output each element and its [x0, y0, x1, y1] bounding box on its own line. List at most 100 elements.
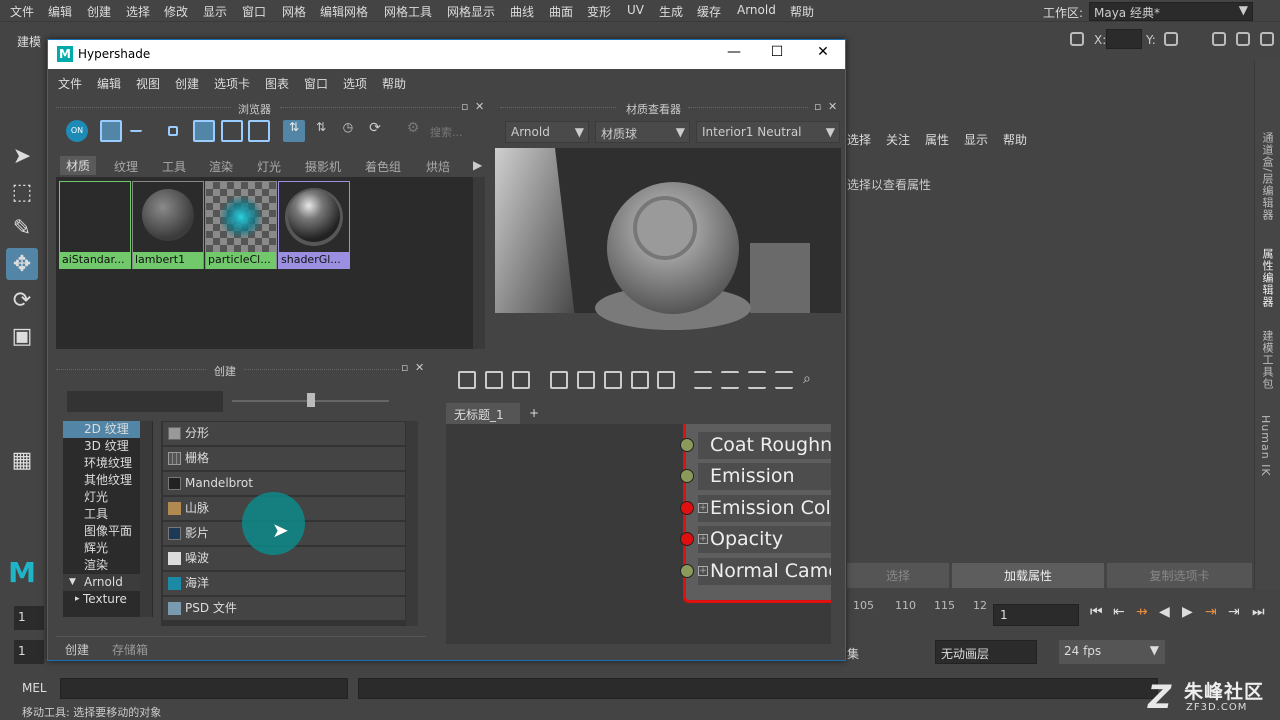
search-icon[interactable]: ⌕	[803, 371, 821, 389]
rearrange-graph-icon[interactable]	[657, 371, 675, 389]
tab-rendering[interactable]: 渲染	[209, 158, 233, 175]
panel-icon[interactable]	[1164, 32, 1178, 46]
hs-menu-graph[interactable]: 图表	[265, 75, 289, 92]
node-ocean[interactable]: 海洋	[163, 572, 405, 595]
swatch-lambert1[interactable]: lambert1	[132, 181, 204, 269]
menu-select[interactable]: 选择	[126, 3, 150, 20]
menu-edit[interactable]: 编辑	[48, 3, 72, 20]
output-connections-icon[interactable]	[512, 371, 530, 389]
ae-select-button[interactable]: 选择	[847, 563, 949, 588]
tab-bake-sets[interactable]: 烘焙	[426, 158, 456, 175]
float-panel-icon[interactable]: ▫	[401, 362, 412, 374]
attribute-icon[interactable]	[1236, 32, 1250, 46]
browser-search-input[interactable]: 搜索...	[428, 121, 488, 141]
category-2d-textures[interactable]: 2D 纹理	[63, 421, 141, 438]
maximize-icon[interactable]: ☐	[763, 44, 791, 64]
tab-modeling-toolkit[interactable]: 建模工具包	[1259, 330, 1275, 390]
filter-icon[interactable]: ⚙	[402, 120, 424, 142]
node-list-scrollbar[interactable]	[406, 421, 418, 626]
float-panel-icon[interactable]: ▫	[461, 101, 472, 113]
go-to-start-icon[interactable]: ⏮	[1090, 604, 1103, 620]
close-panel-icon[interactable]: ✕	[475, 101, 486, 113]
attr-row[interactable]: Coat Roughn	[698, 432, 831, 459]
attr-row[interactable]: + Normal Came	[698, 558, 831, 585]
category-scrollbar[interactable]	[140, 421, 152, 617]
play-forward-icon[interactable]: ▶	[1182, 604, 1193, 620]
workspace-select[interactable]: Maya 经典* ▼	[1089, 2, 1253, 21]
small-swatch-icon[interactable]	[168, 126, 178, 136]
menu-uv[interactable]: UV	[627, 3, 644, 17]
large-swatch-icon[interactable]	[221, 120, 243, 142]
menu-modify[interactable]: 修改	[164, 3, 188, 20]
expand-plus-icon[interactable]: +	[698, 566, 708, 576]
xlarge-swatch-icon[interactable]	[248, 120, 270, 142]
node-psd-file[interactable]: PSD 文件	[163, 597, 405, 620]
x-coordinate-field[interactable]	[1106, 29, 1142, 49]
ae-menu-show[interactable]: 显示	[964, 131, 988, 148]
category-3d-textures[interactable]: 3D 纹理	[63, 438, 141, 455]
menu-generate[interactable]: 生成	[659, 3, 683, 20]
float-panel-icon[interactable]: ▫	[814, 101, 825, 113]
fps-select[interactable]: 24 fps ▼	[1059, 640, 1165, 664]
ae-load-attributes-button[interactable]: 加载属性	[952, 563, 1104, 588]
close-panel-icon[interactable]: ✕	[828, 101, 839, 113]
hs-menu-window[interactable]: 窗口	[304, 75, 328, 92]
attr-row[interactable]: Emission	[698, 463, 831, 490]
category-utilities[interactable]: 工具	[63, 506, 141, 523]
expand-plus-icon[interactable]: +	[698, 534, 708, 544]
as-list-icon[interactable]	[130, 120, 142, 132]
menu-mesh-display[interactable]: 网格显示	[447, 3, 495, 20]
step-forward-frame-icon[interactable]: ⇥	[1205, 604, 1217, 620]
category-env-textures[interactable]: 环境纹理	[63, 455, 141, 472]
menu-arnold[interactable]: Arnold	[737, 3, 776, 17]
ae-menu-focus[interactable]: 关注	[886, 131, 910, 148]
close-panel-icon[interactable]: ✕	[415, 362, 426, 374]
paint-select-icon[interactable]: ✎	[6, 212, 38, 244]
channel-box-icon[interactable]	[1212, 32, 1226, 46]
shape-select[interactable]: 材质球 ▼	[595, 121, 690, 143]
current-frame-field[interactable]: 1	[993, 604, 1079, 626]
tab-cameras[interactable]: 摄影机	[305, 158, 341, 175]
tool-settings-icon[interactable]	[1260, 32, 1274, 46]
sort-by-type-icon[interactable]: ⇅	[310, 120, 332, 142]
mel-input[interactable]	[60, 678, 348, 699]
menu-mesh-tools[interactable]: 网格工具	[384, 3, 432, 20]
category-arnold[interactable]: ▼ Arnold	[63, 574, 141, 591]
node-mandelbrot[interactable]: Mandelbrot	[163, 472, 405, 495]
hs-menu-help[interactable]: 帮助	[382, 75, 406, 92]
menu-mesh[interactable]: 网格	[282, 3, 306, 20]
menu-help[interactable]: 帮助	[790, 3, 814, 20]
connected-view-icon[interactable]	[721, 371, 739, 389]
hs-menu-tabs[interactable]: 选项卡	[214, 75, 250, 92]
range-anim-start-field[interactable]: 1	[14, 640, 44, 664]
sort-by-time-icon[interactable]: ◷	[337, 120, 359, 142]
add-tab-button[interactable]: +	[529, 406, 539, 420]
move-tool-icon[interactable]: ✥	[6, 248, 38, 280]
toggle-on-icon[interactable]: ON	[66, 120, 88, 142]
remove-selected-icon[interactable]	[604, 371, 622, 389]
ae-menu-help[interactable]: 帮助	[1003, 131, 1027, 148]
layout-icon[interactable]: ▦	[6, 444, 38, 476]
go-to-end-icon[interactable]: ⏭	[1252, 604, 1265, 620]
renderer-select[interactable]: Arnold ▼	[505, 121, 589, 143]
swatch-aistandard[interactable]: aiStandar...	[59, 181, 131, 269]
attr-port[interactable]	[680, 469, 694, 483]
menu-window[interactable]: 窗口	[242, 3, 266, 20]
node-editor-tab[interactable]: 无标题_1	[446, 403, 520, 424]
tab-human-ik[interactable]: Human IK	[1259, 415, 1272, 477]
tab-channel-box[interactable]: 通道盒/层编辑器	[1259, 132, 1275, 221]
create-search-input[interactable]	[67, 391, 223, 412]
input-output-connections-icon[interactable]	[485, 371, 503, 389]
custom-view-icon[interactable]	[775, 371, 793, 389]
hs-menu-view[interactable]: 视图	[136, 75, 160, 92]
category-arnold-texture[interactable]: ▸ Texture	[63, 591, 141, 608]
attr-port[interactable]	[680, 438, 694, 452]
menu-file[interactable]: 文件	[10, 3, 34, 20]
select-tool-icon[interactable]: ➤	[6, 140, 38, 172]
step-back-key-icon[interactable]: ⇤	[1113, 604, 1125, 620]
frame-selected-icon[interactable]	[550, 371, 568, 389]
ae-menu-select[interactable]: 选择	[847, 131, 871, 148]
expand-plus-icon[interactable]: +	[698, 503, 708, 513]
menu-create[interactable]: 创建	[87, 3, 111, 20]
character-set-label[interactable]: 集	[847, 645, 859, 662]
